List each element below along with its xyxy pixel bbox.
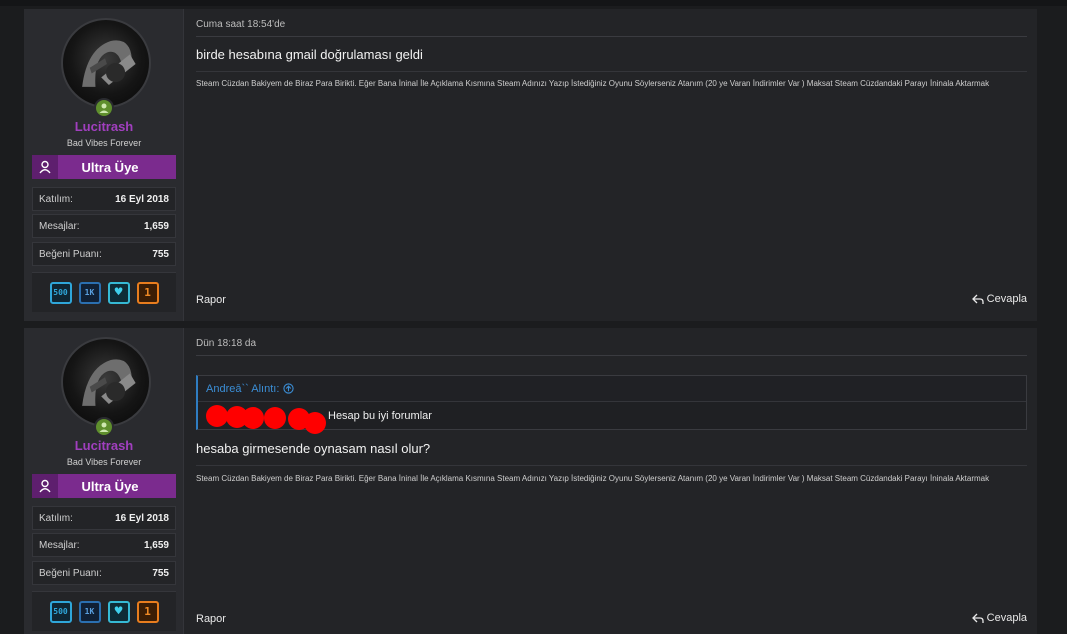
post-message: birde hesabına gmail doğrulaması geldi (196, 47, 423, 62)
user-title: Bad Vibes Forever (66, 138, 142, 148)
divider (196, 355, 1027, 356)
trophy-500-badge[interactable]: 500 (49, 600, 72, 623)
post: Lucitrash Bad Vibes Forever Ultra Üye Ka… (24, 328, 1037, 634)
stat-value: 1,659 (143, 539, 169, 551)
username[interactable]: Lucitrash (24, 438, 184, 453)
avatar[interactable] (61, 337, 151, 427)
user-sidebar: Lucitrash Bad Vibes Forever Ultra Üye Ka… (24, 9, 184, 321)
signature-divider (196, 71, 1027, 72)
redaction-mark (304, 412, 326, 434)
stat-value: 1,659 (143, 220, 169, 232)
stat-likes: Beğeni Puanı: 755 (32, 561, 176, 585)
trophy-one-badge[interactable]: 1 (136, 281, 159, 304)
top-bar (0, 0, 1067, 6)
redaction-mark (264, 407, 286, 429)
divider (196, 36, 1027, 37)
stat-label: Beğeni Puanı: (39, 567, 102, 579)
stat-label: Mesajlar: (39, 220, 80, 232)
reply-button[interactable]: Cevapla (971, 293, 1027, 305)
avatar[interactable] (61, 18, 151, 108)
trophy-1k-badge[interactable]: 1K (78, 600, 101, 623)
reply-label: Cevapla (986, 612, 1027, 624)
stat-label: Katılım: (39, 512, 73, 524)
stat-joined: Katılım: 16 Eyl 2018 (32, 506, 176, 530)
redaction-mark (242, 407, 264, 429)
user-banner: Ultra Üye (32, 155, 176, 179)
trophy-heart-icon[interactable]: ♥ (107, 600, 130, 623)
reply-button[interactable]: Cevapla (971, 612, 1027, 624)
username[interactable]: Lucitrash (24, 119, 184, 134)
post-time[interactable]: Dün 18:18 da (196, 338, 256, 349)
report-link[interactable]: Rapor (196, 294, 226, 306)
reply-icon (971, 613, 984, 623)
quote-author[interactable]: Andreā`` Alıntı: (206, 383, 279, 395)
signature-divider (196, 465, 1027, 466)
online-status-icon (94, 98, 114, 118)
trophy-row: 500 1K ♥ 1 (32, 272, 176, 312)
stat-messages: Mesajlar: 1,659 (32, 533, 176, 557)
user-icon (32, 474, 58, 498)
stat-messages: Mesajlar: 1,659 (32, 214, 176, 238)
post-content: Dün 18:18 da Andreā`` Alıntı: Hesap bu i… (184, 328, 1037, 634)
stat-value: 16 Eyl 2018 (115, 193, 169, 205)
signature: Steam Cüzdan Bakiyem de Biraz Para Birik… (196, 79, 990, 88)
avatar-image (82, 359, 136, 406)
post-time[interactable]: Cuma saat 18:54'de (196, 19, 285, 30)
stat-likes: Beğeni Puanı: 755 (32, 242, 176, 266)
trophy-one-badge[interactable]: 1 (136, 600, 159, 623)
trophy-heart-icon[interactable]: ♥ (107, 281, 130, 304)
signature: Steam Cüzdan Bakiyem de Biraz Para Birik… (196, 474, 990, 483)
online-status-icon (94, 417, 114, 437)
arrow-up-circle-icon[interactable] (283, 383, 295, 394)
user-banner: Ultra Üye (32, 474, 176, 498)
quote-body: Hesap bu iyi forumlar (198, 402, 1026, 434)
redaction-mark (206, 405, 228, 427)
quote-block: Andreā`` Alıntı: Hesap bu iyi forumlar (196, 375, 1027, 434)
reply-icon (971, 294, 984, 304)
stat-value: 755 (152, 248, 169, 260)
user-sidebar: Lucitrash Bad Vibes Forever Ultra Üye Ka… (24, 328, 184, 634)
stat-joined: Katılım: 16 Eyl 2018 (32, 187, 176, 211)
post-message: hesaba girmesende oynasam nasıl olur? (196, 441, 431, 456)
stat-label: Mesajlar: (39, 539, 80, 551)
user-icon (32, 155, 58, 179)
stat-label: Beğeni Puanı: (39, 248, 102, 260)
quote-header[interactable]: Andreā`` Alıntı: (198, 376, 1026, 402)
user-title: Bad Vibes Forever (66, 457, 142, 467)
avatar-image (82, 40, 136, 87)
stat-label: Katılım: (39, 193, 73, 205)
trophy-500-badge[interactable]: 500 (49, 281, 72, 304)
report-link[interactable]: Rapor (196, 613, 226, 625)
reply-label: Cevapla (986, 293, 1027, 305)
trophy-row: 500 1K ♥ 1 (32, 591, 176, 631)
banner-label: Ultra Üye (81, 478, 139, 494)
trophy-1k-badge[interactable]: 1K (78, 281, 101, 304)
stat-value: 16 Eyl 2018 (115, 512, 169, 524)
banner-label: Ultra Üye (81, 159, 139, 175)
post: Lucitrash Bad Vibes Forever Ultra Üye Ka… (24, 9, 1037, 321)
stat-value: 755 (152, 567, 169, 579)
post-content: Cuma saat 18:54'de birde hesabına gmail … (184, 9, 1037, 321)
